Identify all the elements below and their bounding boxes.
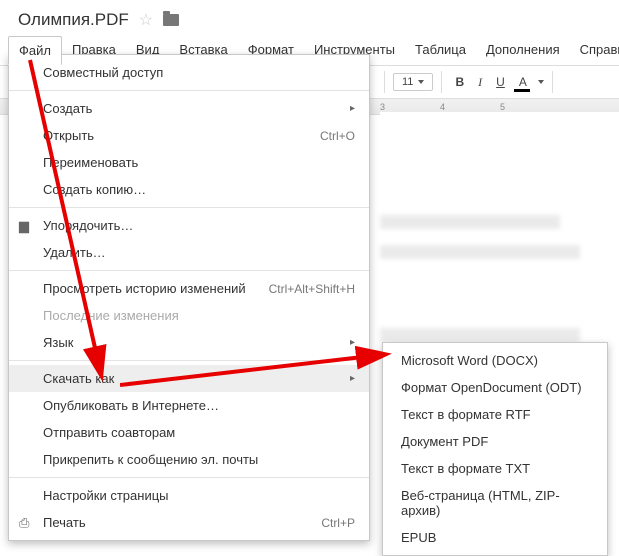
download-epub[interactable]: EPUB [383, 524, 607, 551]
folder-icon: ▆ [19, 218, 29, 234]
download-odt[interactable]: Формат OpenDocument (ODT) [383, 374, 607, 401]
download-docx[interactable]: Microsoft Word (DOCX) [383, 347, 607, 374]
menu-new[interactable]: Создать▸ [9, 95, 369, 122]
menu-copy[interactable]: Создать копию… [9, 176, 369, 203]
menu-delete[interactable]: Удалить… [9, 239, 369, 266]
menu-help[interactable]: Справка [570, 36, 619, 65]
italic-button[interactable]: I [473, 73, 487, 92]
menu-share[interactable]: Совместный доступ [9, 59, 369, 86]
text-color-button[interactable]: A [514, 73, 532, 91]
underline-button[interactable]: U [491, 73, 510, 91]
menu-language[interactable]: Язык▸ [9, 329, 369, 356]
menu-rename[interactable]: Переименовать [9, 149, 369, 176]
download-rtf[interactable]: Текст в формате RTF [383, 401, 607, 428]
menu-print[interactable]: ⎙ПечатьCtrl+P [9, 509, 369, 536]
menu-addons[interactable]: Дополнения [476, 36, 570, 65]
menu-file[interactable]: Файл [8, 36, 62, 65]
star-icon[interactable]: ☆ [139, 10, 153, 30]
download-html[interactable]: Веб-страница (HTML, ZIP-архив) [383, 482, 607, 524]
menu-open[interactable]: ОткрытьCtrl+O [9, 122, 369, 149]
file-dropdown: Совместный доступ Создать▸ ОткрытьCtrl+O… [8, 54, 370, 541]
folder-icon[interactable] [163, 14, 179, 26]
titlebar: Олимпия.PDF ☆ [0, 0, 619, 36]
bold-button[interactable]: B [450, 73, 469, 91]
menu-table[interactable]: Таблица [405, 36, 476, 65]
menu-download-as[interactable]: Скачать как▸ [9, 365, 369, 392]
download-pdf[interactable]: Документ PDF [383, 428, 607, 455]
menu-page-setup[interactable]: Настройки страницы [9, 482, 369, 509]
menu-history[interactable]: Просмотреть историю измененийCtrl+Alt+Sh… [9, 275, 369, 302]
font-size[interactable]: 11 [393, 73, 433, 91]
menu-organize[interactable]: ▆Упорядочить… [9, 212, 369, 239]
download-txt[interactable]: Текст в формате TXT [383, 455, 607, 482]
print-icon: ⎙ [19, 515, 29, 531]
menu-publish[interactable]: Опубликовать в Интернете… [9, 392, 369, 419]
menu-email-attach[interactable]: Прикрепить к сообщению эл. почты [9, 446, 369, 473]
menu-recent: Последние изменения [9, 302, 369, 329]
doc-title[interactable]: Олимпия.PDF [18, 10, 129, 30]
download-submenu: Microsoft Word (DOCX) Формат OpenDocumen… [382, 342, 608, 556]
menu-email-collab[interactable]: Отправить соавторам [9, 419, 369, 446]
